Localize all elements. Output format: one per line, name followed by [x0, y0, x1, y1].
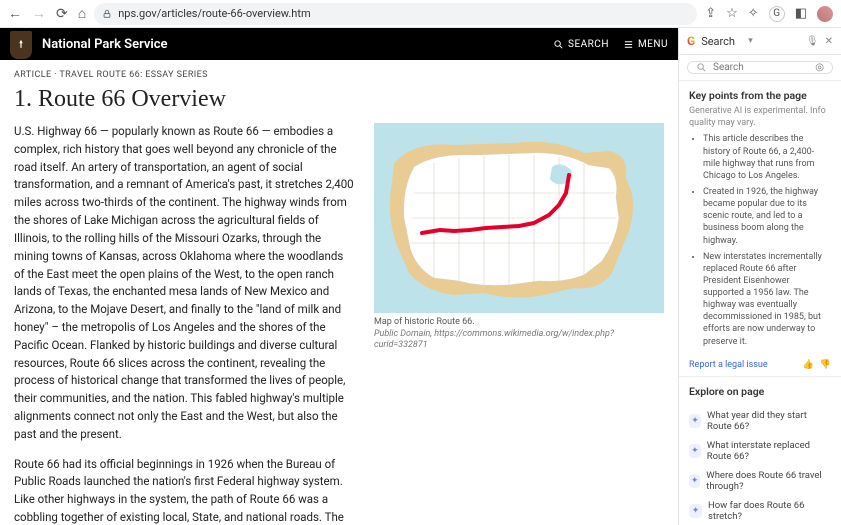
- explore-question[interactable]: ✦ What year did they start Route 66?: [679, 406, 841, 436]
- search-icon: [553, 39, 564, 50]
- nps-search-button[interactable]: SEARCH: [553, 39, 609, 50]
- nps-search-label: SEARCH: [568, 39, 609, 50]
- article-paragraph: U.S. Highway 66 — popularly known as Rou…: [14, 123, 356, 444]
- hamburger-icon: [623, 39, 634, 50]
- route66-map: [374, 123, 664, 313]
- browser-toolbar: ← → ⟳ ⌂ nps.gov/articles/route-66-overvi…: [0, 0, 841, 28]
- home-icon[interactable]: ⌂: [78, 5, 86, 22]
- reload-icon[interactable]: ⟳: [56, 6, 68, 22]
- keypoint-item: This article describes the history of Ro…: [703, 133, 831, 182]
- nps-header: National Park Service SEARCH MENU: [0, 28, 678, 60]
- lens-icon[interactable]: ◎: [815, 62, 824, 73]
- figure-caption: Map of historic Route 66.: [374, 317, 664, 329]
- keypoints-heading: Key points from the page: [689, 89, 831, 102]
- search-placeholder: Search: [713, 62, 744, 73]
- sparkle-icon: ✦: [689, 474, 700, 488]
- page-content: National Park Service SEARCH MENU ARTICL…: [0, 28, 678, 525]
- chevron-down-icon[interactable]: ▾: [748, 36, 753, 46]
- nps-menu-button[interactable]: MENU: [623, 39, 668, 50]
- explore-question-label: How far does Route 66 stretch?: [708, 500, 831, 522]
- sparkle-icon: ✦: [689, 444, 701, 458]
- sidepanel-toggle-icon[interactable]: ◧: [795, 6, 807, 21]
- profile-avatar[interactable]: [817, 6, 833, 22]
- share-icon[interactable]: ⇪: [705, 6, 716, 21]
- url-text: nps.gov/articles/route-66-overview.htm: [118, 7, 310, 20]
- forward-icon[interactable]: →: [32, 5, 46, 22]
- explore-question[interactable]: ✦ Where does Route 66 travel through?: [679, 466, 841, 496]
- thumbs-up-icon[interactable]: 👍: [803, 360, 814, 370]
- figure-source: Public Domain, https://commons.wikimedia…: [374, 329, 664, 352]
- explore-question-label: What interstate replaced Route 66?: [707, 440, 831, 462]
- google-g-icon: G: [687, 34, 695, 48]
- extensions-icon[interactable]: ✧: [748, 6, 759, 21]
- explore-question-label: Where does Route 66 travel through?: [706, 470, 831, 492]
- mic-icon[interactable]: 🎙: [806, 36, 819, 47]
- google-ext-icon[interactable]: G: [769, 6, 785, 22]
- explore-question-label: What year did they start Route 66?: [707, 410, 831, 432]
- page-title: 1. Route 66 Overview: [14, 86, 664, 113]
- sidepanel-title[interactable]: Search: [701, 35, 742, 48]
- explore-question[interactable]: ✦ How far does Route 66 stretch?: [679, 496, 841, 525]
- keypoint-item: New interstates incrementally replaced R…: [703, 251, 831, 348]
- chrome-side-panel: G Search ▾ 🎙 ✕ Search ◎ Key points from …: [678, 28, 841, 525]
- breadcrumb: ARTICLE · TRAVEL ROUTE 66: ESSAY SERIES: [14, 70, 664, 80]
- search-icon: [696, 62, 707, 73]
- nps-arrowhead-logo[interactable]: [10, 31, 32, 59]
- bookmark-icon[interactable]: ☆: [726, 6, 738, 21]
- back-icon[interactable]: ←: [8, 5, 22, 22]
- sidepanel-search-input[interactable]: Search ◎: [687, 61, 833, 74]
- article-paragraph: Route 66 had its official beginnings in …: [14, 456, 356, 525]
- sparkle-icon: ✦: [689, 504, 702, 518]
- explore-question[interactable]: ✦ What interstate replaced Route 66?: [679, 436, 841, 466]
- explore-heading: Explore on page: [689, 385, 831, 398]
- keypoints-disclaimer: Generative AI is experimental. Info qual…: [689, 106, 831, 129]
- report-link[interactable]: Report a legal issue: [689, 360, 768, 370]
- thumbs-down-icon[interactable]: 👎: [820, 360, 831, 370]
- sparkle-icon: ✦: [689, 414, 701, 428]
- us-interior: [404, 153, 619, 286]
- close-icon[interactable]: ✕: [825, 36, 833, 47]
- nps-brand[interactable]: National Park Service: [42, 37, 543, 52]
- keypoint-item: Created in 1926, the highway became popu…: [703, 186, 831, 247]
- nps-menu-label: MENU: [638, 39, 668, 50]
- address-bar[interactable]: nps.gov/articles/route-66-overview.htm: [94, 3, 697, 25]
- lock-icon: [102, 9, 112, 19]
